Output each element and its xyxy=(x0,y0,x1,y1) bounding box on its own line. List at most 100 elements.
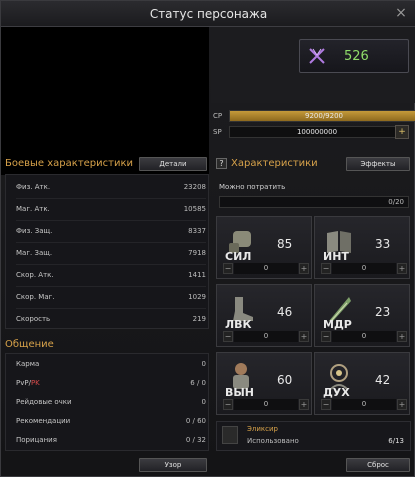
pvp-label: PvP/ xyxy=(16,379,31,387)
combat-title: Боевые характеристики xyxy=(5,158,133,169)
social-panel: Карма 0 PvP/PK 6 / 0 Рейдовые очки 0 Рек… xyxy=(5,353,209,451)
plus-button[interactable]: + xyxy=(397,399,407,410)
spend-label: Можно потратить xyxy=(219,183,286,191)
minus-button[interactable]: − xyxy=(321,263,331,274)
stat-name: МДР xyxy=(323,318,352,331)
stat-value: 60 xyxy=(277,373,293,387)
pvp-badge: 526 xyxy=(299,39,409,73)
combat-value: 23208 xyxy=(183,183,206,191)
minus-button[interactable]: − xyxy=(321,399,331,410)
reset-button[interactable]: Сброс xyxy=(346,458,410,472)
stat-counter: 0 xyxy=(234,399,298,410)
plus-button[interactable]: + xyxy=(397,331,407,342)
stat-name: СИЛ xyxy=(225,250,252,263)
stat-stepper[interactable]: − 0 + xyxy=(321,331,407,342)
stat-card-wit: МДР 23 − 0 + xyxy=(314,284,410,347)
plus-button[interactable]: + xyxy=(397,263,407,274)
stat-card-dex: ЛВК 46 − 0 + xyxy=(216,284,312,347)
social-value: 6 / 0 xyxy=(190,379,206,387)
pattern-button[interactable]: Узор xyxy=(139,458,207,472)
crossed-swords-icon xyxy=(309,48,325,64)
stat-name: ЛВК xyxy=(225,318,252,331)
stat-value: 42 xyxy=(375,373,391,387)
combat-row: Скор. Маг. 1029 xyxy=(16,287,206,309)
combat-row: Маг. Защ. 7918 xyxy=(16,243,206,265)
character-portrait xyxy=(1,27,209,175)
combat-value: 1029 xyxy=(188,293,206,301)
stat-stepper[interactable]: − 0 + xyxy=(223,399,309,410)
stat-counter: 0 xyxy=(332,399,396,410)
stat-card-str: СИЛ 85 − 0 + xyxy=(216,216,312,279)
minus-button[interactable]: − xyxy=(223,399,233,410)
stat-stepper[interactable]: − 0 + xyxy=(321,399,407,410)
combat-label: Скор. Маг. xyxy=(16,293,55,301)
stat-counter: 0 xyxy=(234,263,298,274)
elixir-used-value: 6/13 xyxy=(388,437,404,445)
combat-label: Скор. Атк. xyxy=(16,271,54,279)
social-label: Карма xyxy=(16,360,40,368)
social-label: Рейдовые очки xyxy=(16,398,72,406)
plus-button[interactable]: + xyxy=(299,399,309,410)
stat-counter: 0 xyxy=(332,331,396,342)
elixir-title: Эликсир xyxy=(247,425,278,433)
close-icon[interactable]: × xyxy=(392,5,410,23)
stat-name: ИНТ xyxy=(323,250,349,263)
stat-value: 33 xyxy=(375,237,391,251)
social-value: 0 xyxy=(201,360,206,368)
combat-label: Скорость xyxy=(16,315,51,323)
combat-value: 1411 xyxy=(188,271,206,279)
sp-text: 100000000 xyxy=(296,128,338,136)
help-icon[interactable]: ? xyxy=(216,158,227,169)
social-value: 0 / 32 xyxy=(185,436,206,444)
combat-row: Маг. Атк. 10585 xyxy=(16,199,206,221)
stat-card-int: ИНТ 33 − 0 + xyxy=(314,216,410,279)
title-bar: Статус персонажа × xyxy=(1,1,415,27)
combat-value: 7918 xyxy=(188,249,206,257)
elixir-used-label: Использовано xyxy=(247,437,299,445)
stat-value: 85 xyxy=(277,237,293,251)
stat-name: ДУХ xyxy=(323,386,350,399)
sp-label: SP xyxy=(213,128,222,136)
cp-label: CP xyxy=(213,112,223,120)
stat-counter: 0 xyxy=(234,331,298,342)
combat-panel: Физ. Атк. 23208 Маг. Атк. 10585 Физ. Защ… xyxy=(5,174,209,329)
effects-button[interactable]: Эффекты xyxy=(346,157,410,171)
combat-label: Физ. Защ. xyxy=(16,227,53,235)
pvp-value: 526 xyxy=(344,49,369,64)
stat-stepper[interactable]: − 0 + xyxy=(223,331,309,342)
cp-bar: 9200/9200 xyxy=(229,110,415,122)
combat-row: Скор. Атк. 1411 xyxy=(16,265,206,287)
attributes-title: Характеристики xyxy=(231,158,318,169)
stat-card-men: ДУХ 42 − 0 + xyxy=(314,352,410,415)
stat-card-con: ВЫН 60 − 0 + xyxy=(216,352,312,415)
combat-label: Маг. Атк. xyxy=(16,205,50,213)
minus-button[interactable]: − xyxy=(223,263,233,274)
plus-button[interactable]: + xyxy=(299,263,309,274)
stat-name: ВЫН xyxy=(225,386,254,399)
spend-value: 0/20 xyxy=(388,198,404,206)
stat-value: 46 xyxy=(277,305,293,319)
combat-row: Физ. Атк. 23208 xyxy=(16,177,206,199)
character-status-window: Статус персонажа × 526 CP 9200/9200 SP 1… xyxy=(0,0,415,477)
window-title: Статус персонажа xyxy=(149,7,268,21)
social-label: Рекомендации xyxy=(16,417,71,425)
sp-bar: 100000000 xyxy=(229,126,405,138)
social-row: Порицания 0 / 32 xyxy=(16,430,206,452)
plus-button[interactable]: + xyxy=(299,331,309,342)
social-title: Общение xyxy=(5,339,54,350)
minus-button[interactable]: − xyxy=(321,331,331,342)
combat-value: 10585 xyxy=(183,205,206,213)
social-label: PvP/PK xyxy=(16,379,40,387)
stat-stepper[interactable]: − 0 + xyxy=(321,263,407,274)
social-value: 0 xyxy=(201,398,206,406)
combat-value: 8337 xyxy=(188,227,206,235)
details-button[interactable]: Детали xyxy=(139,157,207,171)
stat-counter: 0 xyxy=(332,263,396,274)
pk-label: PK xyxy=(30,379,40,387)
combat-row: Физ. Защ. 8337 xyxy=(16,221,206,243)
combat-value: 219 xyxy=(192,315,206,323)
stat-stepper[interactable]: − 0 + xyxy=(223,263,309,274)
minus-button[interactable]: − xyxy=(223,331,233,342)
sp-plus-button[interactable]: + xyxy=(395,125,409,139)
social-label: Порицания xyxy=(16,436,57,444)
